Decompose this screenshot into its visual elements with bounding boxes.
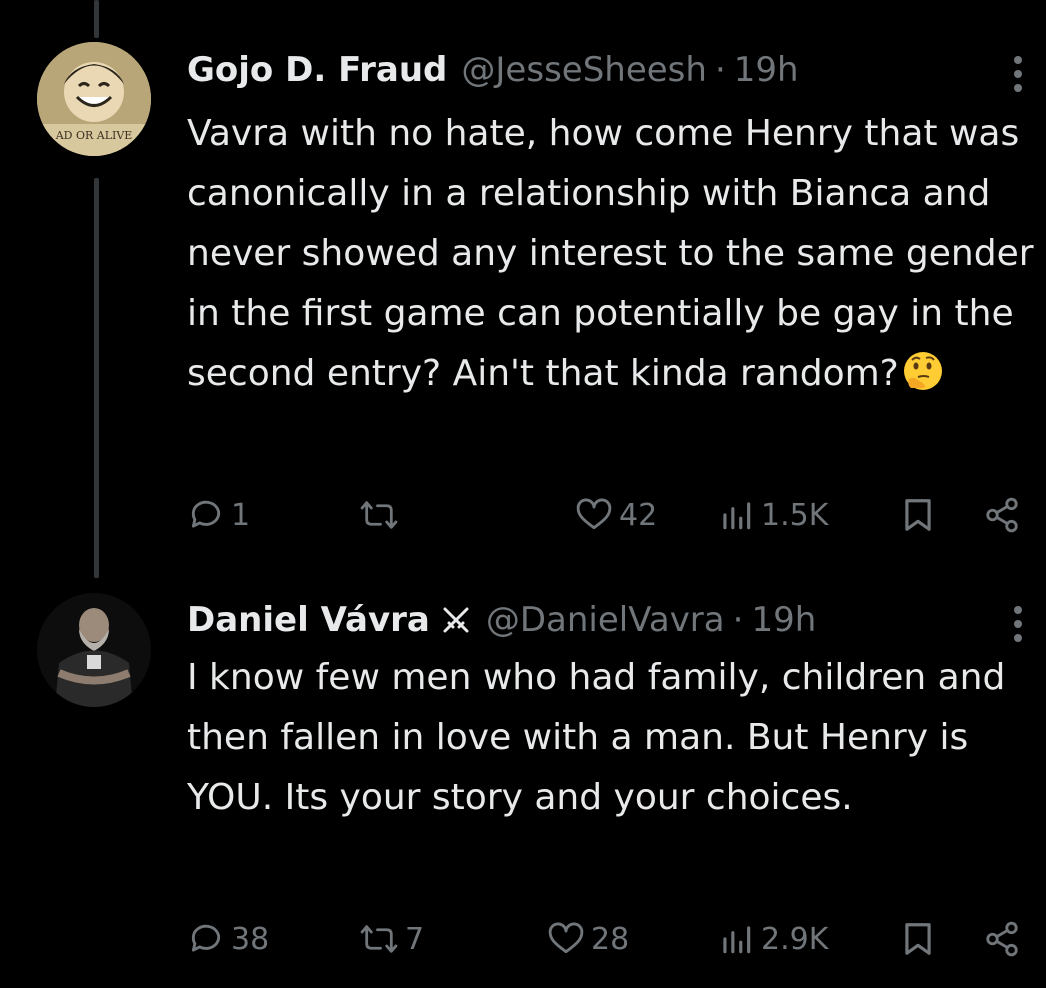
share-icon: [983, 496, 1021, 534]
bookmark-icon: [899, 496, 937, 534]
thread-line-top: [94, 0, 99, 38]
tweet-header: Gojo D. Fraud @JesseSheesh · 19h: [187, 42, 799, 98]
views-icon: [717, 496, 755, 534]
thinking-face-emoji: [901, 349, 945, 393]
crossed-swords-icon: [440, 604, 472, 636]
bookmark-button[interactable]: [899, 490, 937, 540]
timestamp[interactable]: 19h: [751, 600, 816, 640]
views-button[interactable]: 2.9K: [717, 914, 828, 964]
share-button[interactable]: [983, 490, 1021, 540]
reply-button[interactable]: 38: [187, 914, 269, 964]
tweet[interactable]: AD OR ALIVE Gojo D. Fraud @JesseSheesh ·…: [0, 40, 1046, 570]
repost-button[interactable]: [359, 490, 405, 540]
action-bar: 38 7 28 2.9K: [187, 914, 1027, 964]
view-count: 2.9K: [761, 921, 829, 957]
tweet-text: Vavra with no hate, how come Henry that …: [187, 104, 1037, 404]
reply-count: 38: [231, 921, 270, 957]
reply-count: 1: [231, 497, 251, 533]
separator: ·: [714, 50, 726, 90]
tweet-header: Daniel Vávra @DanielVavra · 19h: [187, 592, 816, 648]
repost-icon: [359, 496, 399, 534]
share-button[interactable]: [983, 914, 1021, 964]
more-options-icon[interactable]: [1008, 602, 1028, 646]
reply-icon: [187, 496, 225, 534]
handle[interactable]: @JesseSheesh: [461, 50, 707, 90]
avatar[interactable]: AD OR ALIVE: [37, 42, 151, 156]
repost-icon: [359, 920, 399, 958]
views-icon: [717, 920, 755, 958]
like-count: 28: [591, 921, 630, 957]
display-name[interactable]: Gojo D. Fraud: [187, 50, 447, 90]
reply-button[interactable]: 1: [187, 490, 250, 540]
heart-icon: [547, 920, 585, 958]
timestamp[interactable]: 19h: [734, 50, 799, 90]
bookmark-icon: [899, 920, 937, 958]
views-button[interactable]: 1.5K: [717, 490, 828, 540]
bookmark-button[interactable]: [899, 914, 937, 964]
view-count: 1.5K: [761, 497, 829, 533]
tweet-text-content: I know few men who had family, children …: [187, 657, 1006, 818]
tweet[interactable]: Daniel Vávra @DanielVavra · 19h I know f…: [0, 590, 1046, 988]
like-count: 42: [619, 497, 658, 533]
repost-button[interactable]: 7: [359, 914, 424, 964]
like-button[interactable]: 28: [547, 914, 629, 964]
more-options-icon[interactable]: [1008, 52, 1028, 96]
heart-icon: [575, 496, 613, 534]
tweet-text: I know few men who had family, children …: [187, 648, 1037, 828]
action-bar: 1 42 1.5K: [187, 490, 1027, 540]
avatar-poster-text: AD OR ALIVE: [55, 129, 133, 142]
repost-count: 7: [405, 921, 425, 957]
like-button[interactable]: 42: [575, 490, 657, 540]
handle[interactable]: @DanielVavra: [486, 600, 725, 640]
reply-icon: [187, 920, 225, 958]
share-icon: [983, 920, 1021, 958]
separator: ·: [732, 600, 744, 640]
avatar[interactable]: [37, 593, 151, 707]
display-name[interactable]: Daniel Vávra: [187, 600, 430, 640]
